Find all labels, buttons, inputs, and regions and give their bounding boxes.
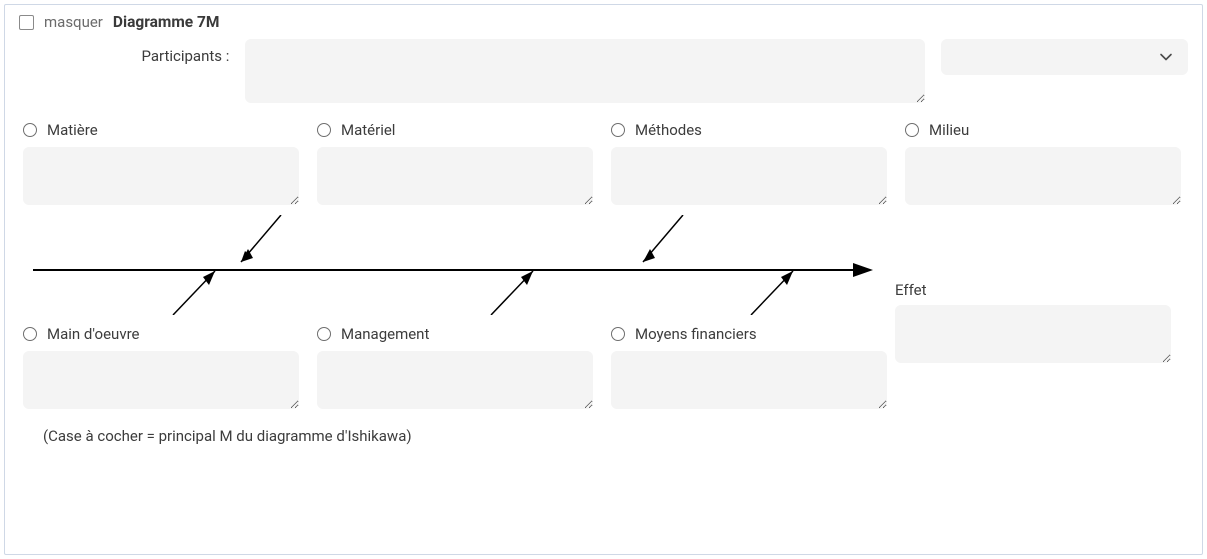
effect-block: Effet	[895, 281, 1171, 367]
input-matiere[interactable]	[23, 147, 299, 205]
label-milieu: Milieu	[929, 121, 969, 139]
participants-input[interactable]	[245, 39, 925, 103]
chevron-down-icon	[1158, 49, 1174, 65]
input-effet[interactable]	[895, 305, 1171, 363]
label-methodes: Méthodes	[635, 121, 702, 139]
participants-row: Participants :	[101, 39, 1188, 103]
fishbone-diagram	[23, 215, 893, 315]
cause-matiere: Matière	[23, 121, 299, 205]
hide-label[interactable]: masquer	[44, 13, 103, 31]
label-effet: Effet	[895, 281, 1171, 299]
radio-management[interactable]	[317, 327, 331, 341]
label-management: Management	[341, 325, 429, 343]
participants-select[interactable]	[941, 39, 1188, 75]
label-moyens-financiers: Moyens financiers	[635, 325, 757, 343]
cause-methodes: Méthodes	[611, 121, 887, 205]
panel-title: Diagramme 7M	[113, 13, 220, 31]
input-management[interactable]	[317, 351, 593, 409]
radio-moyens-financiers[interactable]	[611, 327, 625, 341]
input-milieu[interactable]	[905, 147, 1181, 205]
causes-top-row: Matière Matériel Méthodes Milieu	[23, 121, 1188, 205]
radio-methodes[interactable]	[611, 123, 625, 137]
footnote: (Case à cocher = principal M du diagramm…	[43, 427, 1188, 445]
cause-materiel: Matériel	[317, 121, 593, 205]
cause-milieu: Milieu	[905, 121, 1181, 205]
input-main-doeuvre[interactable]	[23, 351, 299, 409]
panel-header: masquer Diagramme 7M	[19, 13, 1188, 31]
input-materiel[interactable]	[317, 147, 593, 205]
input-moyens-financiers[interactable]	[611, 351, 887, 409]
radio-matiere[interactable]	[23, 123, 37, 137]
hide-checkbox[interactable]	[19, 15, 34, 30]
input-methodes[interactable]	[611, 147, 887, 205]
diagram-7m-panel: masquer Diagramme 7M Participants : Mati…	[4, 4, 1203, 555]
label-main-doeuvre: Main d'oeuvre	[47, 325, 139, 343]
label-matiere: Matière	[47, 121, 98, 139]
cause-main-doeuvre: Main d'oeuvre	[23, 325, 299, 409]
label-materiel: Matériel	[341, 121, 395, 139]
cause-moyens-financiers: Moyens financiers	[611, 325, 887, 409]
radio-materiel[interactable]	[317, 123, 331, 137]
participants-label: Participants :	[101, 39, 229, 65]
cause-management: Management	[317, 325, 593, 409]
radio-milieu[interactable]	[905, 123, 919, 137]
radio-main-doeuvre[interactable]	[23, 327, 37, 341]
